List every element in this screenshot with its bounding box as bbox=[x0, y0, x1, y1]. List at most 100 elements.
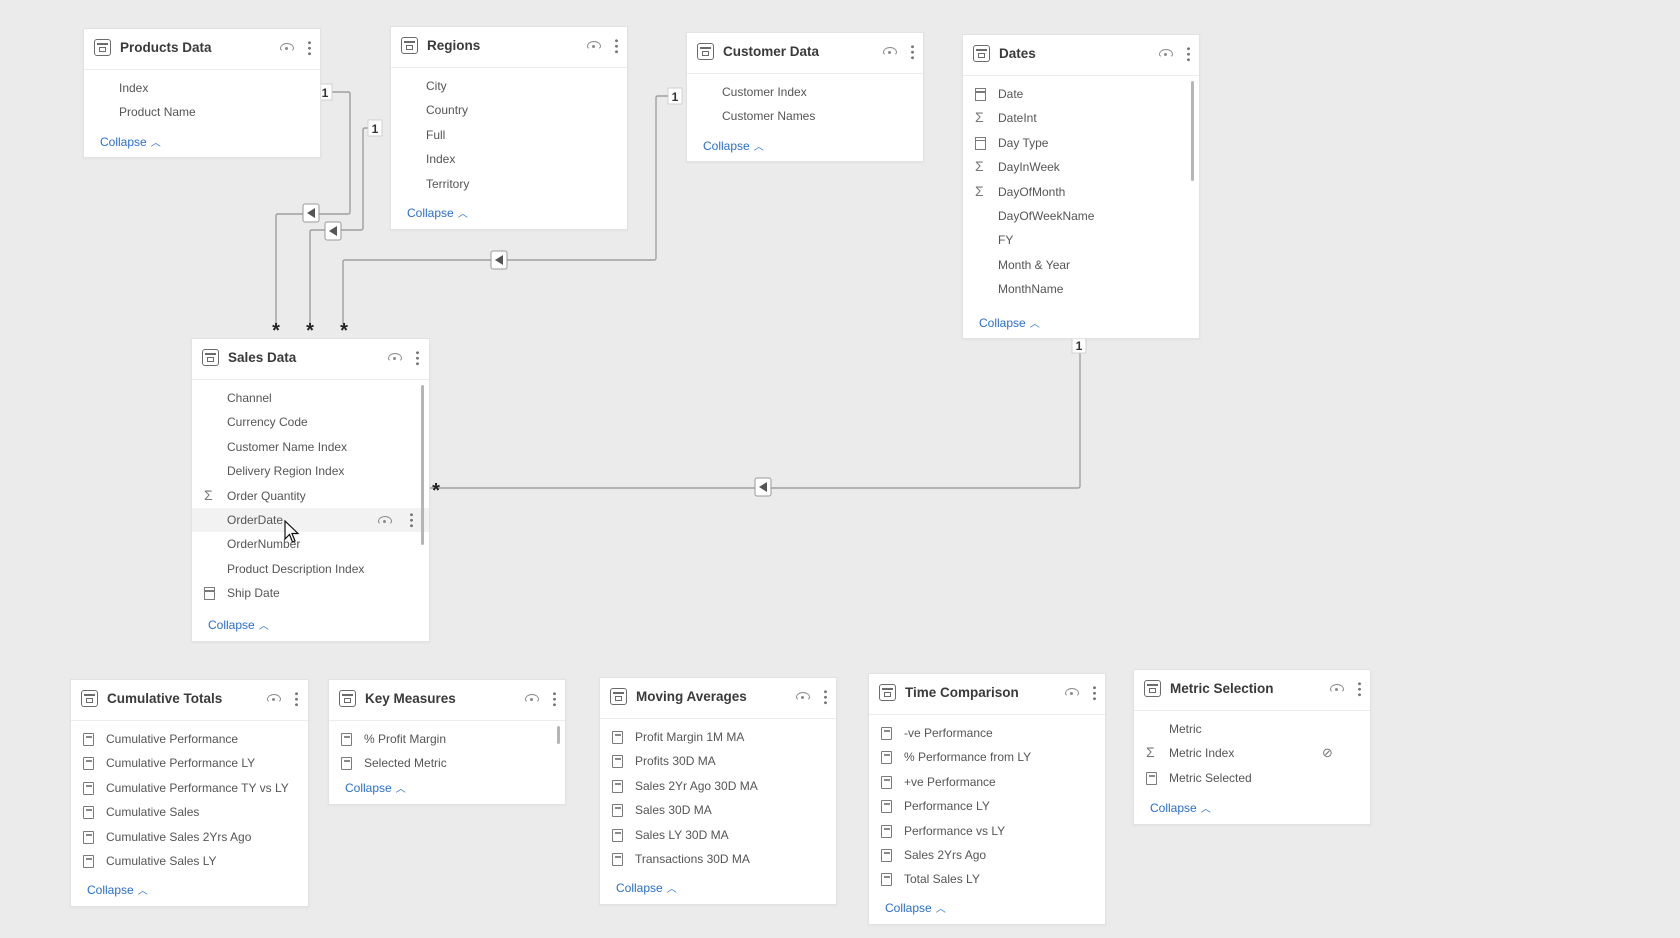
table-card-dates[interactable]: Dates Date Σ DateInt Day Type Σ DayInWeek … bbox=[962, 34, 1200, 339]
field-row[interactable]: Month & Year bbox=[963, 253, 1199, 277]
field-row[interactable]: Profit Margin 1M MA bbox=[600, 725, 836, 749]
collapse-link[interactable]: Collapse ︿ bbox=[703, 138, 764, 153]
table-header[interactable]: Sales Data bbox=[192, 339, 429, 380]
field-row[interactable]: +ve Performance bbox=[869, 770, 1105, 794]
field-row[interactable]: OrderNumber bbox=[192, 532, 429, 556]
collapse-link[interactable]: Collapse ︿ bbox=[1150, 800, 1211, 815]
more-options-icon[interactable] bbox=[553, 691, 556, 707]
collapse-link[interactable]: Collapse ︿ bbox=[885, 900, 946, 915]
field-row[interactable]: Currency Code bbox=[192, 410, 429, 434]
field-row[interactable]: Date bbox=[963, 82, 1199, 106]
field-row[interactable]: Full bbox=[391, 123, 627, 147]
more-options-icon[interactable] bbox=[416, 350, 419, 366]
table-header[interactable]: Dates bbox=[963, 35, 1199, 76]
field-row[interactable]: Ship Date bbox=[192, 581, 429, 605]
rel-line-dates-sales[interactable] bbox=[428, 339, 1081, 489]
field-row[interactable]: Country bbox=[391, 98, 627, 122]
eye-icon[interactable] bbox=[1065, 688, 1079, 697]
eye-icon[interactable] bbox=[388, 353, 402, 362]
eye-icon[interactable] bbox=[267, 694, 281, 703]
collapse-link[interactable]: Collapse ︿ bbox=[208, 617, 269, 632]
field-row[interactable]: Cumulative Performance TY vs LY bbox=[71, 776, 308, 800]
scrollbar[interactable] bbox=[421, 385, 424, 545]
more-options-icon[interactable] bbox=[1187, 46, 1190, 62]
table-header[interactable]: Customer Data bbox=[687, 33, 923, 74]
field-row[interactable]: Product Description Index bbox=[192, 557, 429, 581]
field-row[interactable]: Index bbox=[84, 76, 320, 100]
field-row[interactable]: Transactions 30D MA bbox=[600, 847, 836, 871]
table-card-customer-data[interactable]: Customer Data Customer Index Customer Na… bbox=[686, 32, 924, 162]
table-header[interactable]: Time Comparison bbox=[869, 674, 1105, 715]
table-card-regions[interactable]: Regions City Country Full Index Territor… bbox=[390, 26, 628, 230]
field-row[interactable]: Sales 2Yrs Ago bbox=[869, 843, 1105, 867]
collapse-link[interactable]: Collapse ︿ bbox=[87, 882, 148, 897]
table-card-moving-averages[interactable]: Moving Averages Profit Margin 1M MA Prof… bbox=[599, 677, 837, 905]
field-row[interactable]: Customer Names bbox=[687, 104, 923, 128]
field-row[interactable]: Day Type bbox=[963, 131, 1199, 155]
field-row[interactable]: Territory bbox=[391, 172, 627, 196]
field-row[interactable]: Σ Order Quantity bbox=[192, 484, 429, 508]
collapse-link[interactable]: Collapse ︿ bbox=[100, 134, 161, 149]
field-row[interactable]: Sales LY 30D MA bbox=[600, 823, 836, 847]
table-header[interactable]: Regions bbox=[391, 27, 627, 68]
field-row[interactable]: Σ DayInWeek bbox=[963, 155, 1199, 179]
table-card-products-data[interactable]: Products Data Index Product Name Collaps… bbox=[83, 28, 321, 158]
collapse-link[interactable]: Collapse ︿ bbox=[979, 315, 1040, 330]
field-row[interactable]: Sales 2Yr Ago 30D MA bbox=[600, 774, 836, 798]
more-options-icon[interactable] bbox=[615, 38, 618, 54]
table-header[interactable]: Key Measures bbox=[329, 680, 565, 721]
table-card-metric-selection[interactable]: Metric Selection Metric Σ Metric Index ⊘ … bbox=[1133, 669, 1371, 825]
field-row[interactable]: Customer Name Index bbox=[192, 435, 429, 459]
field-row[interactable]: Total Sales LY bbox=[869, 867, 1105, 891]
field-row[interactable]: Metric bbox=[1134, 717, 1370, 741]
table-card-key-measures[interactable]: Key Measures % Profit Margin Selected Me… bbox=[328, 679, 566, 805]
field-row[interactable]: % Profit Margin bbox=[329, 727, 565, 751]
scrollbar[interactable] bbox=[1191, 81, 1194, 181]
field-row[interactable]: Cumulative Sales LY bbox=[71, 849, 308, 873]
field-row[interactable]: Performance vs LY bbox=[869, 819, 1105, 843]
table-header[interactable]: Products Data bbox=[84, 29, 320, 70]
field-row[interactable]: Σ DayOfMonth bbox=[963, 180, 1199, 204]
field-row[interactable]: City bbox=[391, 74, 627, 98]
field-row[interactable]: Product Name bbox=[84, 100, 320, 124]
field-row[interactable]: Sales 30D MA bbox=[600, 798, 836, 822]
eye-icon[interactable] bbox=[587, 41, 601, 50]
table-card-time-comparison[interactable]: Time Comparison -ve Performance % Perfor… bbox=[868, 673, 1106, 925]
collapse-link[interactable]: Collapse ︿ bbox=[345, 780, 406, 795]
eye-icon[interactable] bbox=[525, 694, 539, 703]
field-row[interactable]: Metric Selected bbox=[1134, 766, 1370, 790]
scrollbar[interactable] bbox=[557, 726, 560, 744]
field-row[interactable]: Channel bbox=[192, 386, 429, 410]
eye-icon[interactable] bbox=[280, 43, 294, 52]
collapse-link[interactable]: Collapse ︿ bbox=[616, 880, 677, 895]
eye-icon[interactable] bbox=[378, 515, 392, 525]
hidden-eye-icon[interactable]: ⊘ bbox=[1322, 741, 1333, 765]
more-options-icon[interactable] bbox=[410, 511, 413, 528]
more-options-icon[interactable] bbox=[1093, 685, 1096, 701]
more-options-icon[interactable] bbox=[911, 44, 914, 60]
field-row[interactable]: Selected Metric bbox=[329, 751, 565, 775]
field-row[interactable]: Delivery Region Index bbox=[192, 459, 429, 483]
table-header[interactable]: Cumulative Totals bbox=[71, 680, 308, 721]
more-options-icon[interactable] bbox=[1358, 681, 1361, 697]
field-row[interactable]: % Performance from LY bbox=[869, 745, 1105, 769]
table-card-sales-data[interactable]: Sales Data Channel Currency Code Custome… bbox=[191, 338, 430, 642]
field-row[interactable]: Performance LY bbox=[869, 794, 1105, 818]
eye-icon[interactable] bbox=[796, 692, 810, 701]
field-row[interactable]: Σ DateInt bbox=[963, 106, 1199, 130]
eye-icon[interactable] bbox=[1159, 49, 1173, 58]
more-options-icon[interactable] bbox=[824, 689, 827, 705]
more-options-icon[interactable] bbox=[308, 40, 311, 56]
field-row[interactable]: -ve Performance bbox=[869, 721, 1105, 745]
field-row[interactable]: Cumulative Sales bbox=[71, 800, 308, 824]
field-row[interactable]: Customer Index bbox=[687, 80, 923, 104]
model-canvas[interactable]: 1 1 1 1 * * * * Products Data Index Prod… bbox=[0, 0, 1680, 938]
more-options-icon[interactable] bbox=[295, 691, 298, 707]
field-row[interactable]: DayOfWeekName bbox=[963, 204, 1199, 228]
field-row[interactable]: MonthName bbox=[963, 277, 1199, 301]
field-row[interactable]: Σ Metric Index ⊘ bbox=[1134, 741, 1370, 765]
field-row[interactable]: FY bbox=[963, 228, 1199, 252]
table-card-cumulative-totals[interactable]: Cumulative Totals Cumulative Performance… bbox=[70, 679, 309, 907]
field-row[interactable]: Profits 30D MA bbox=[600, 749, 836, 773]
field-row[interactable]: Cumulative Performance bbox=[71, 727, 308, 751]
